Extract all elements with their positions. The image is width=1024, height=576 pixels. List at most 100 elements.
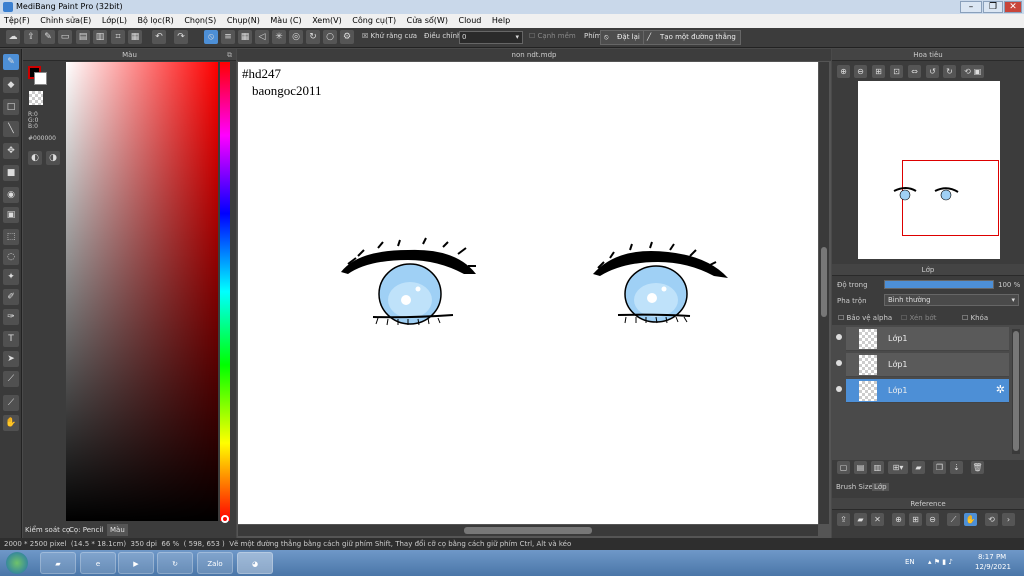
menu-color[interactable]: Màu (C) xyxy=(266,14,305,28)
new-8bit-layer-icon[interactable]: ▥ xyxy=(871,461,884,474)
bucket-tool-icon[interactable]: ◉ xyxy=(3,187,19,203)
chrome-icon[interactable]: ◕ xyxy=(237,552,273,574)
concentric-snap-icon[interactable]: ◎ xyxy=(289,30,303,44)
menu-view[interactable]: Xem(V) xyxy=(308,14,346,28)
lock-checkbox[interactable]: ☐ Khóa xyxy=(962,314,988,322)
tab-color[interactable]: Màu xyxy=(107,524,128,536)
antialias-checkbox[interactable]: ☒ Khử răng cưa xyxy=(362,32,417,40)
parallel-snap-icon[interactable]: ≡ xyxy=(221,30,235,44)
navigator-preview[interactable] xyxy=(858,81,1000,259)
perspective-snap-icon[interactable]: ◁ xyxy=(255,30,269,44)
refresh-app-icon[interactable]: ↻ xyxy=(157,552,193,574)
gradient-tool-icon[interactable]: ▣ xyxy=(3,207,19,223)
tab-brush-pencil[interactable]: Cọ: Pencil xyxy=(69,524,103,536)
file-explorer-icon[interactable]: ▰ xyxy=(40,552,76,574)
zoom-out-icon[interactable]: ⊖ xyxy=(854,65,867,78)
reference-upload-icon[interactable]: ⇪ xyxy=(837,513,850,526)
reference-reset-icon[interactable]: ⟲ xyxy=(985,513,998,526)
close-button[interactable]: ✕ xyxy=(1004,1,1022,13)
crop-icon[interactable]: ⌗ xyxy=(111,30,125,44)
media-player-icon[interactable]: ▶ xyxy=(118,552,154,574)
saturation-value-picker[interactable] xyxy=(66,62,218,521)
divide-tool-icon[interactable]: ⟋ xyxy=(3,371,19,387)
visibility-eye-icon[interactable] xyxy=(836,360,842,366)
flip-icon[interactable]: ⇔ xyxy=(908,65,921,78)
undo-icon[interactable]: ↶ xyxy=(152,30,166,44)
color-history-icon[interactable]: ◑ xyxy=(46,151,60,165)
duplicate-layer-icon[interactable]: ❐ xyxy=(933,461,946,474)
tab-brush-control[interactable]: Kiểm soát cọ xyxy=(25,524,70,536)
comment-icon[interactable]: ✎ xyxy=(41,30,55,44)
upload-icon[interactable]: ⇪ xyxy=(24,30,38,44)
menu-tools[interactable]: Công cụ(T) xyxy=(348,14,400,28)
language-indicator[interactable]: EN xyxy=(905,558,915,566)
fill-rect-tool-icon[interactable]: ■ xyxy=(3,165,19,181)
vertical-scrollbar[interactable] xyxy=(819,62,829,524)
magic-wand-tool-icon[interactable]: ✦ xyxy=(3,269,19,285)
reference-fit-icon[interactable]: ⊞ xyxy=(909,513,922,526)
rotate-left-icon[interactable]: ↺ xyxy=(926,65,939,78)
menu-select[interactable]: Chọn(S) xyxy=(180,14,220,28)
snap-off-icon[interactable]: ⦸ xyxy=(204,30,218,44)
clock-time[interactable]: 8:17 PM xyxy=(978,553,1006,561)
gear-icon[interactable]: ✲ xyxy=(996,383,1005,396)
operation-tool-icon[interactable]: ➤ xyxy=(3,351,19,367)
select-pen-tool-icon[interactable]: ✐ xyxy=(3,289,19,305)
vertical-scroll-thumb[interactable] xyxy=(821,247,827,317)
layer-scroll-thumb[interactable] xyxy=(1013,331,1019,451)
menu-help[interactable]: Help xyxy=(488,14,514,28)
drawing-canvas[interactable]: #hd247 baongoc2011 xyxy=(238,62,818,524)
minimize-button[interactable]: – xyxy=(960,1,982,13)
reference-close-icon[interactable]: ✕ xyxy=(871,513,884,526)
page-icon[interactable]: ▤ xyxy=(76,30,90,44)
horizontal-scrollbar[interactable] xyxy=(238,525,818,536)
blend-select[interactable]: Bình thường ▾ xyxy=(884,294,1019,306)
maximize-button[interactable]: ❐ xyxy=(983,1,1003,13)
nav-settings-icon[interactable]: ▣ xyxy=(971,65,984,78)
tab-layer[interactable]: Lớp xyxy=(872,483,889,491)
internet-explorer-icon[interactable]: e xyxy=(80,552,116,574)
panel-popout-icon[interactable]: ⧉ xyxy=(227,51,232,60)
windows-start-icon[interactable] xyxy=(6,552,28,574)
settings-snap-icon[interactable]: ⚙ xyxy=(340,30,354,44)
palette-icon[interactable]: ◐ xyxy=(28,151,42,165)
rectangle-tool-icon[interactable]: □ xyxy=(3,99,19,115)
zalo-icon[interactable]: Zalo xyxy=(197,552,233,574)
add-layer-menu-icon[interactable]: ⊞▾ xyxy=(888,461,908,474)
circle-snap-icon[interactable]: ○ xyxy=(323,30,337,44)
delete-layer-icon[interactable]: 🗑 xyxy=(971,461,984,474)
menu-file[interactable]: Tệp(F) xyxy=(0,14,34,28)
hand-tool-icon[interactable]: ✋ xyxy=(3,415,19,431)
menu-window[interactable]: Cửa sổ(W) xyxy=(403,14,452,28)
reference-more-icon[interactable]: › xyxy=(1002,513,1015,526)
chat-icon[interactable]: ▭ xyxy=(58,30,72,44)
secondary-color-swatch[interactable] xyxy=(34,72,47,85)
reference-open-icon[interactable]: ▰ xyxy=(854,513,867,526)
actual-size-icon[interactable]: ⊡ xyxy=(890,65,903,78)
grid-snap-icon[interactable]: ▦ xyxy=(238,30,252,44)
straight-line-button[interactable]: ╱ Tạo một đường thẳng xyxy=(643,30,741,45)
redo-icon[interactable]: ↷ xyxy=(174,30,188,44)
zoom-in-icon[interactable]: ⊕ xyxy=(837,65,850,78)
reference-eyedropper-icon[interactable]: ⟋ xyxy=(947,513,960,526)
fit-icon[interactable]: ⊞ xyxy=(872,65,885,78)
new-layer-icon[interactable]: ▢ xyxy=(837,461,850,474)
curve-snap-icon[interactable]: ↻ xyxy=(306,30,320,44)
smooth-checkbox[interactable]: ☐ Cạnh mềm xyxy=(529,32,576,40)
horizontal-scroll-thumb[interactable] xyxy=(464,527,592,534)
menu-snap[interactable]: Chụp(N) xyxy=(223,14,264,28)
layer-row[interactable]: Lớp1 xyxy=(846,327,1009,351)
cloud-icon[interactable]: ☁ xyxy=(6,30,20,44)
reference-hand-icon[interactable]: ✋ xyxy=(964,513,977,526)
menu-edit[interactable]: Chỉnh sửa(E) xyxy=(36,14,95,28)
menu-filter[interactable]: Bộ lọc(R) xyxy=(134,14,178,28)
visibility-eye-icon[interactable] xyxy=(836,386,842,392)
document-tab[interactable]: non ndt.mdp xyxy=(237,49,831,61)
reset-button[interactable]: ⦸ Đặt lại xyxy=(600,30,645,45)
menu-cloud[interactable]: Cloud xyxy=(455,14,486,28)
select-tool-icon[interactable]: ⬚ xyxy=(3,229,19,245)
new-halftone-layer-icon[interactable]: ▤ xyxy=(854,461,867,474)
visibility-eye-icon[interactable] xyxy=(836,334,842,340)
rotate-right-icon[interactable]: ↻ xyxy=(943,65,956,78)
grid-icon[interactable]: ▦ xyxy=(128,30,142,44)
